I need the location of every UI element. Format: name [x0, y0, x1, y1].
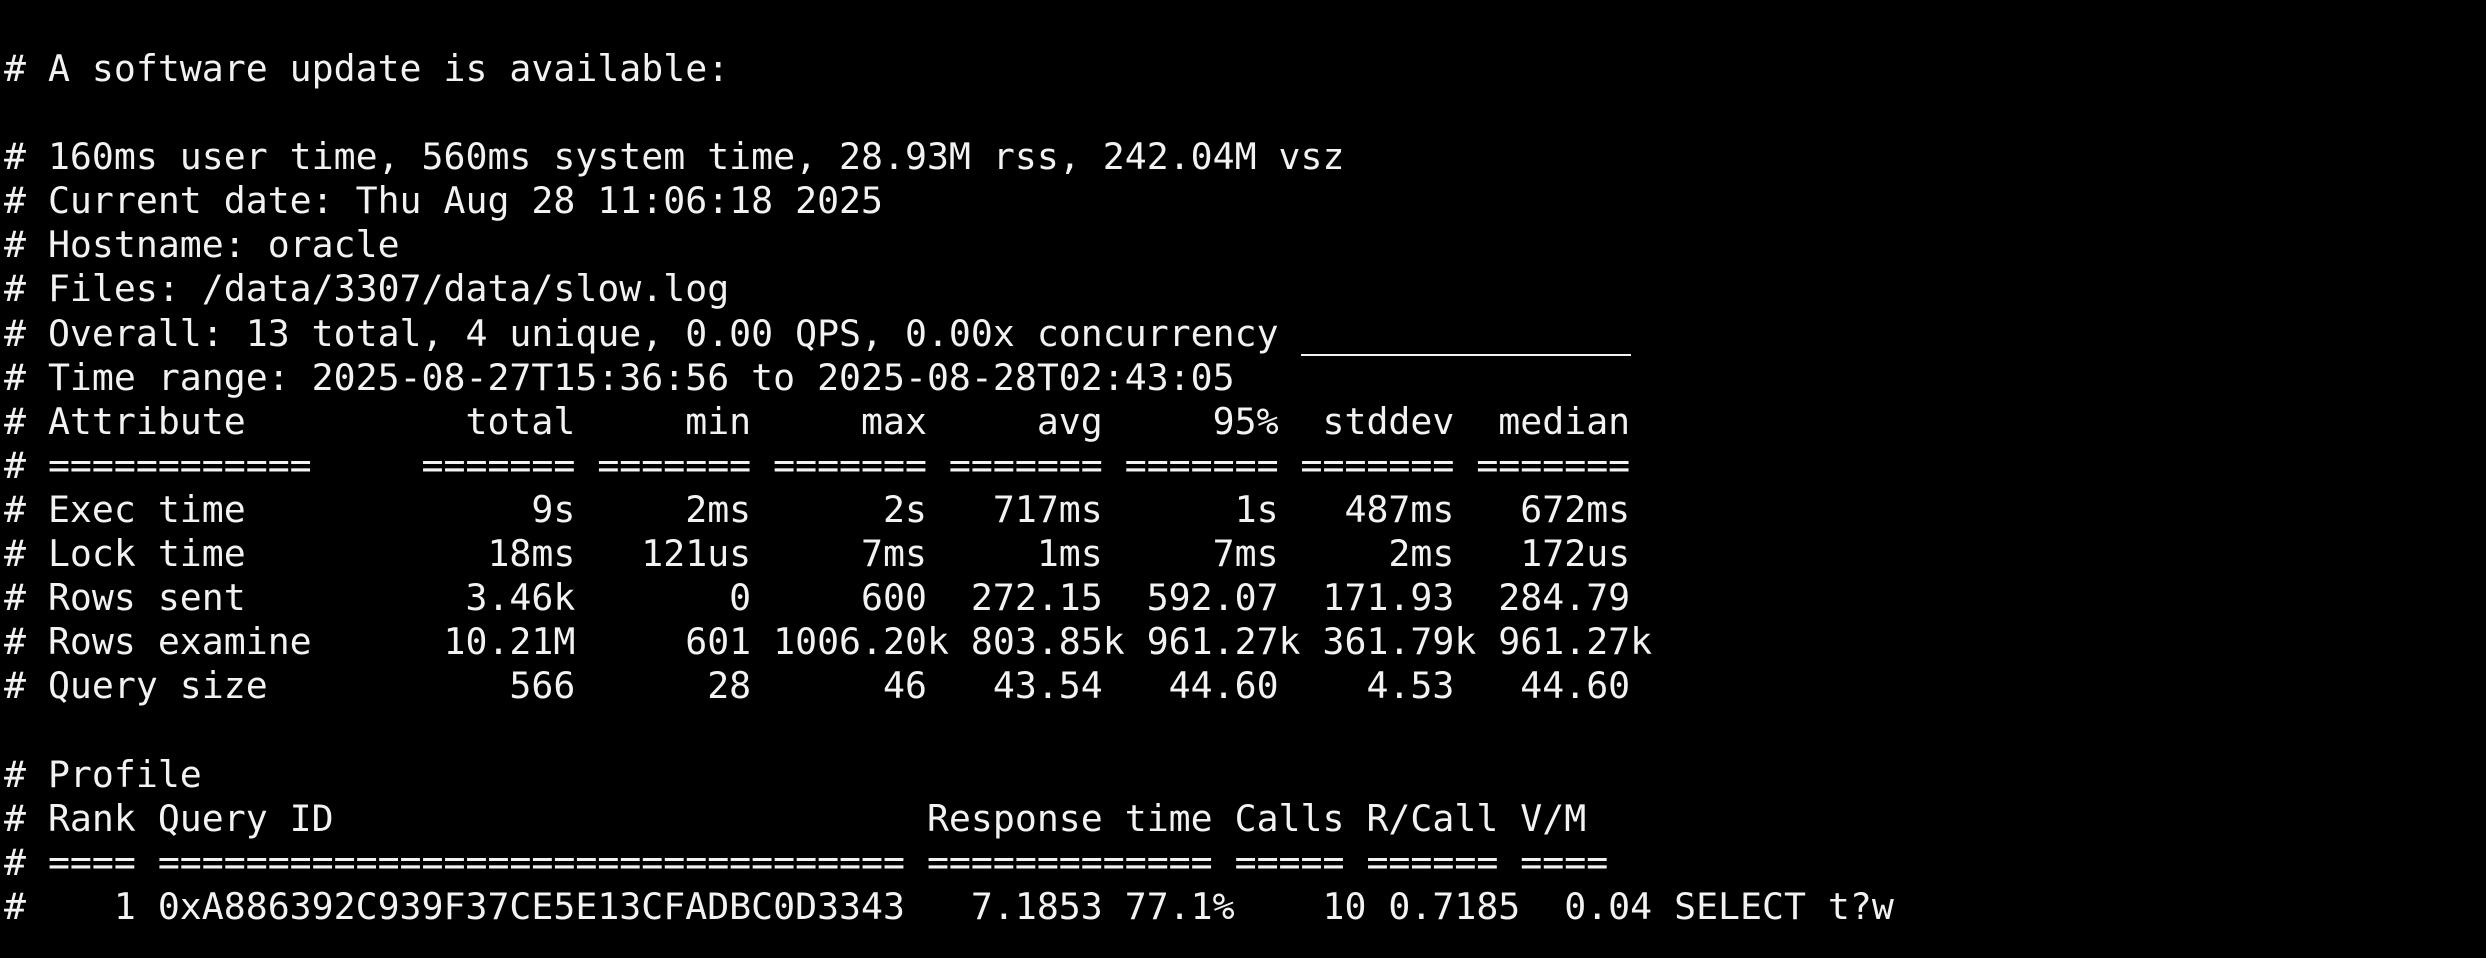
- input-underline: [1300, 320, 1631, 356]
- terminal-line-resource-usage: # 160ms user time, 560ms system time, 28…: [4, 135, 1345, 179]
- table-row-rows-examine: # Rows examine 10.21M 601 1006.20k 803.8…: [4, 620, 1653, 664]
- terminal-output[interactable]: # A software update is available: # 160ms…: [4, 47, 1894, 929]
- table-row-lock-time: # Lock time 18ms 121us 7ms 1ms 7ms 2ms 1…: [4, 532, 1631, 576]
- profile-heading: # Profile: [4, 752, 202, 796]
- terminal-line-overall: # Overall: 13 total, 4 unique, 0.00 QPS,…: [4, 312, 1894, 356]
- terminal-line-hostname: # Hostname: oracle: [4, 223, 400, 267]
- table-header-row: # Attribute total min max avg 95% stddev…: [4, 399, 1631, 443]
- terminal-line-update-notice: # A software update is available:: [4, 47, 730, 90]
- table-row-query-size: # Query size 566 28 46 43.54 44.60 4.53 …: [4, 664, 1631, 708]
- profile-row-rank-1: # 1 0xA886392C939F37CE5E13CFADBC0D3343 7…: [4, 884, 1894, 928]
- profile-header-separator: # ==== =================================…: [4, 840, 1609, 884]
- table-header-separator: # ============ ======= ======= ======= =…: [4, 443, 1631, 487]
- terminal-line-current-date: # Current date: Thu Aug 28 11:06:18 2025: [4, 179, 883, 223]
- terminal-line-overall-text: # Overall: 13 total, 4 unique, 0.00 QPS,…: [4, 311, 1301, 355]
- table-row-exec-time: # Exec time 9s 2ms 2s 717ms 1s 487ms 672…: [4, 487, 1631, 531]
- profile-header-row: # Rank Query ID Response time Calls R/Ca…: [4, 796, 1587, 840]
- table-row-rows-sent: # Rows sent 3.46k 0 600 272.15 592.07 17…: [4, 576, 1631, 620]
- terminal-line-files: # Files: /data/3307/data/slow.log: [4, 267, 730, 311]
- terminal-line-time-range: # Time range: 2025-08-27T15:36:56 to 202…: [4, 355, 1235, 399]
